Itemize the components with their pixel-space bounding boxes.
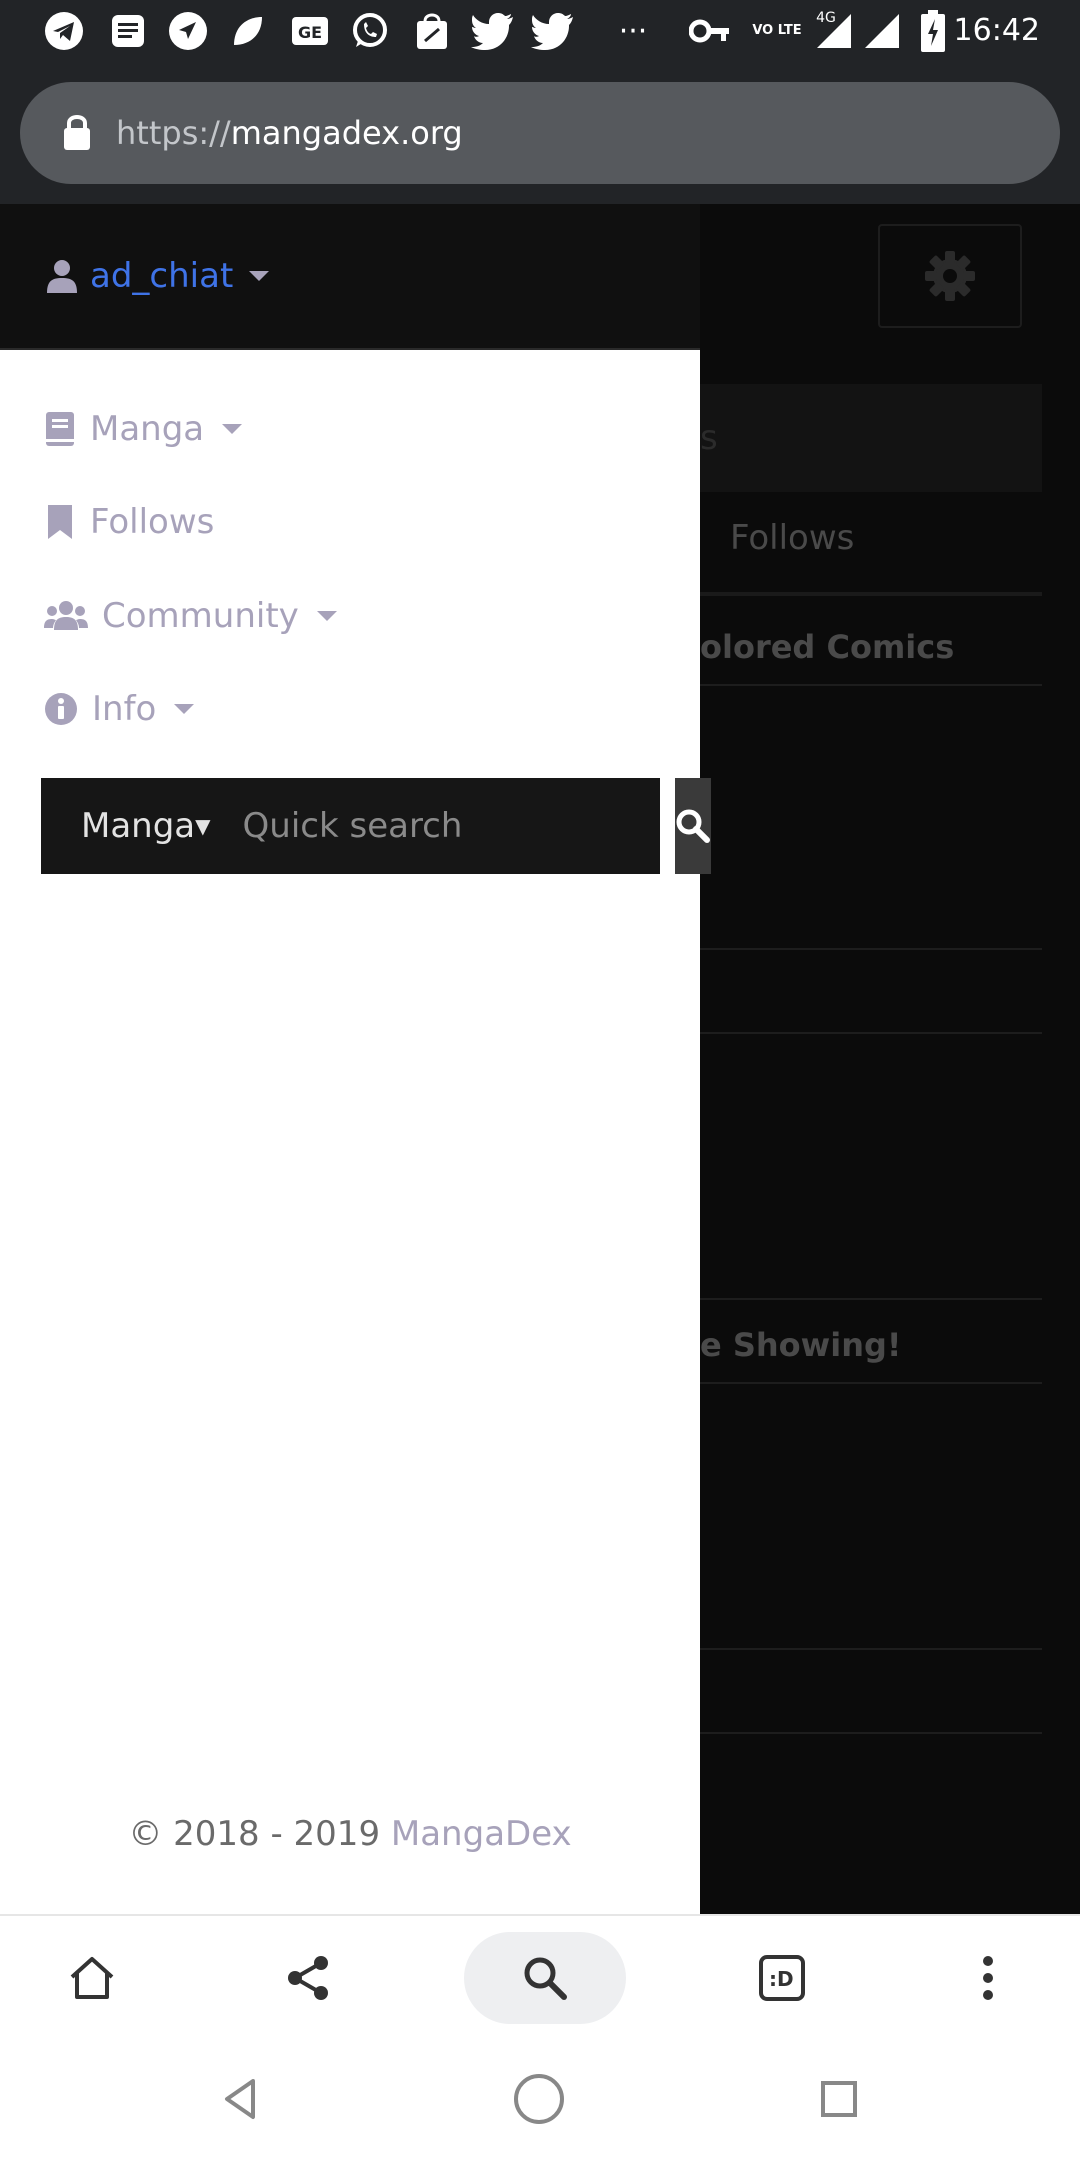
user-menu[interactable]: ad_chiat [46, 252, 270, 300]
settings-button [878, 224, 1022, 328]
browser-search-button[interactable] [464, 1932, 626, 2024]
search-icon [676, 809, 710, 843]
nav-item-label: Info [92, 689, 157, 729]
search-type-value: Manga [81, 806, 196, 846]
system-nav-bar [0, 2038, 1080, 2160]
divider [700, 1732, 1042, 1734]
nav-item-label: Community [102, 596, 299, 636]
background-tab-strip: s [700, 384, 1042, 492]
nav-drawer: Manga Follows Community Info Manga ▼ © 2… [0, 350, 711, 1914]
status-time: 16:42 [953, 13, 1040, 48]
divider [700, 684, 1042, 686]
nav-item-manga[interactable]: Manga [44, 404, 243, 454]
square-recents-icon [821, 2081, 857, 2117]
browser-bottom-toolbar: :D [0, 1914, 1080, 2040]
divider [700, 1382, 1042, 1384]
svg-text::D: :D [769, 1967, 794, 1991]
brand-link[interactable]: MangaDex [391, 1814, 572, 1854]
leaf-icon [226, 10, 270, 52]
share-icon [288, 1956, 328, 2000]
background-heading: olored Comics [700, 628, 955, 666]
status-bar: GE ··· VO LTE 4G 16:42 [0, 0, 1080, 64]
back-button[interactable] [196, 2054, 286, 2144]
recents-button[interactable] [794, 2054, 884, 2144]
battery-charging-icon [918, 10, 948, 52]
more-vertical-icon [983, 1956, 993, 2000]
background-follows-tab: Follows [730, 518, 855, 558]
url-host: mangadex.org [230, 114, 463, 152]
divider [700, 1032, 1042, 1034]
divider [700, 948, 1042, 950]
url-bar[interactable]: https://mangadex.org [20, 82, 1060, 184]
info-icon [45, 693, 77, 725]
username: ad_chiat [90, 256, 234, 296]
chevron-down-icon [249, 271, 270, 281]
more-icon: ··· [618, 13, 648, 49]
telegram-icon [42, 10, 86, 52]
book-icon [46, 412, 74, 446]
divider [700, 592, 1042, 596]
quick-search-bar: Manga ▼ [41, 778, 711, 874]
chevron-down-icon [316, 611, 337, 621]
url-scheme: https:// [116, 114, 231, 152]
chevron-down-icon [222, 424, 243, 434]
key-icon [688, 10, 732, 52]
nav-item-label: Follows [90, 502, 215, 542]
home-icon [70, 1957, 114, 1999]
volte-icon: VO LTE [752, 23, 802, 38]
tabs-button[interactable]: :D [736, 1932, 828, 2024]
search-button[interactable] [674, 778, 711, 874]
caret-down-icon: ▼ [195, 814, 211, 838]
background-heading: e Showing! [700, 1326, 902, 1364]
nav-item-label: Manga [90, 409, 205, 449]
bookmark-icon [48, 505, 72, 539]
footer-copyright: © 2018 - 2019 MangaDex [0, 1814, 700, 1854]
lock-icon [62, 112, 92, 156]
divider [700, 1298, 1042, 1300]
tabs-icon: :D [759, 1955, 805, 2001]
twitter-icon [530, 10, 576, 52]
copyright-text: © 2018 - 2019 [128, 1814, 381, 1854]
gear-icon [925, 251, 975, 301]
chevron-down-icon [174, 704, 195, 714]
background-page: s Follows olored Comics e Showing! [700, 204, 1080, 1914]
user-icon [47, 260, 77, 293]
svg-text:GE: GE [298, 23, 322, 42]
home-nav-button[interactable] [494, 2054, 584, 2144]
nav-item-community[interactable]: Community [44, 591, 337, 641]
home-button[interactable] [46, 1932, 138, 2024]
quick-search-input[interactable] [234, 778, 675, 874]
background-tab-text: s [700, 418, 718, 458]
back-icon [225, 2079, 255, 2119]
nav-item-follows[interactable]: Follows [44, 497, 214, 547]
circle-home-icon [514, 2074, 564, 2124]
news-icon [106, 10, 150, 52]
search-icon [524, 1957, 567, 2000]
menu-button[interactable] [942, 1932, 1034, 2024]
users-icon [44, 601, 88, 630]
browser-toolbar: https://mangadex.org [0, 64, 1080, 204]
signal-icon [814, 10, 854, 52]
share-button[interactable] [262, 1932, 354, 2024]
signal-icon [862, 10, 902, 52]
whatsapp-icon [348, 10, 392, 52]
url-text: https://mangadex.org [116, 82, 463, 184]
twitter-icon [470, 10, 516, 52]
ge-icon: GE [288, 10, 332, 52]
send-icon [166, 10, 210, 52]
divider [700, 1648, 1042, 1650]
shopping-bag-icon [410, 10, 454, 52]
nav-item-info[interactable]: Info [44, 684, 195, 734]
drawer-header: ad_chiat [0, 204, 700, 350]
search-type-select[interactable]: Manga ▼ [41, 778, 235, 874]
